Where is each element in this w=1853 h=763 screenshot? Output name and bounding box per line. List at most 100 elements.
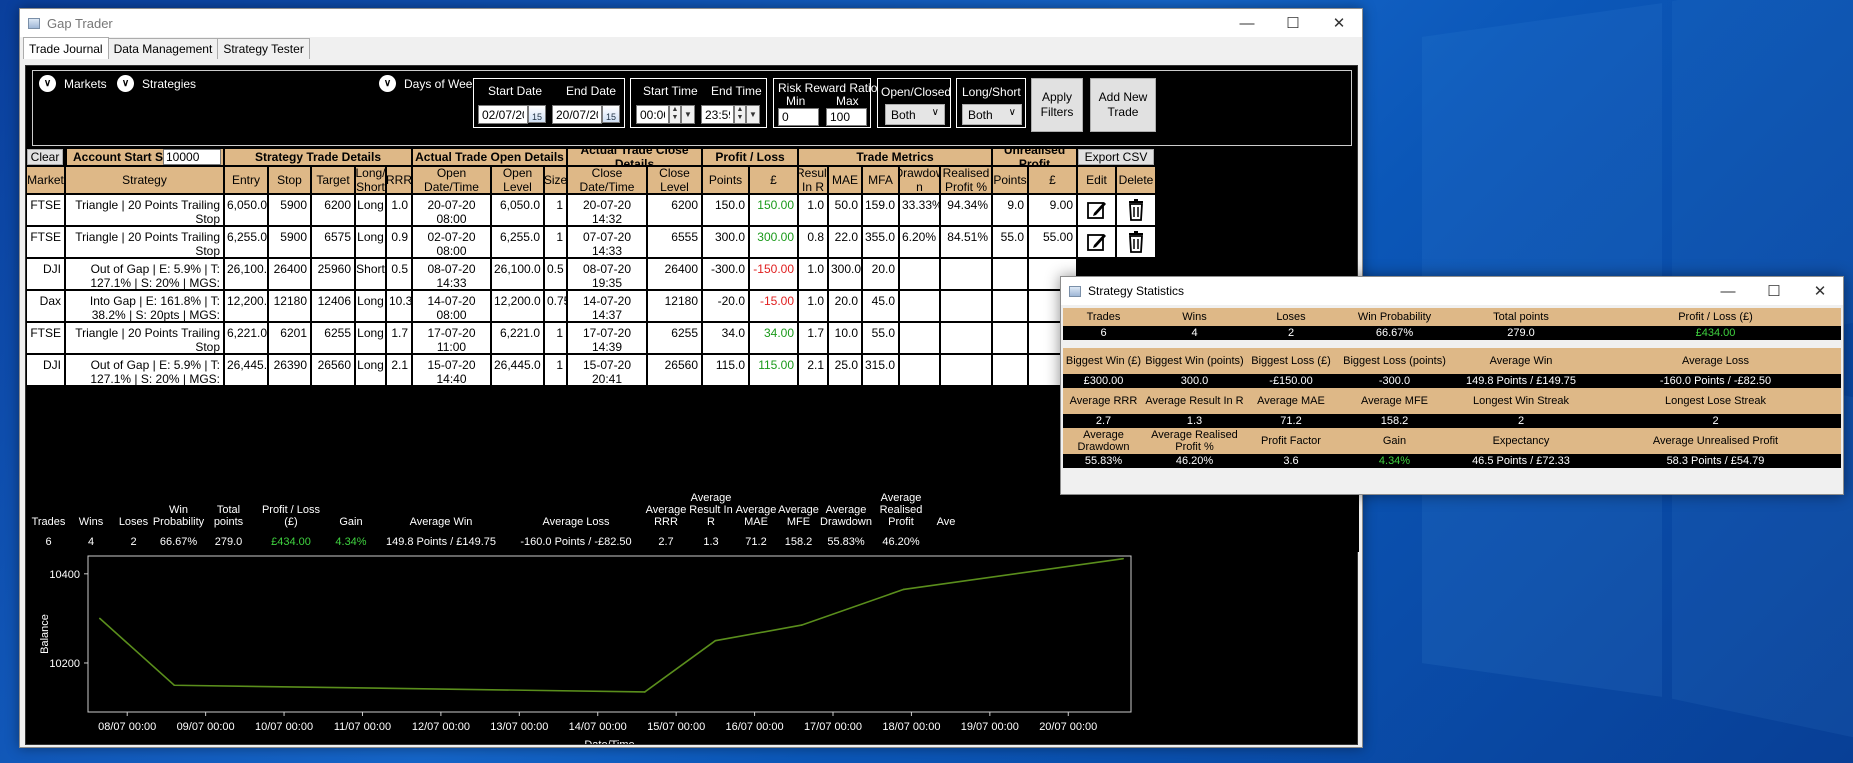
cell-ls: Long [355, 194, 386, 226]
cell-mfa: 315.0 [862, 354, 899, 386]
stats-key: Expectancy [1452, 428, 1590, 454]
cell-points: -20.0 [702, 290, 749, 322]
cell-rrr: 1.7 [386, 322, 412, 354]
x-tick-label: 17/07 00:00 [804, 721, 862, 733]
summary-value: 149.8 Points / £149.75 [385, 536, 497, 548]
tab-strategy-tester[interactable]: Strategy Tester [217, 38, 310, 59]
cell-points: 300.0 [702, 226, 749, 258]
rr-max-input[interactable] [826, 108, 867, 126]
end-time-label: End Time [711, 84, 762, 98]
cell-rrr: 2.1 [386, 354, 412, 386]
cell-close-dt: 17-07-20 14:39 [567, 322, 647, 354]
cell-drawdown: 33.33% [899, 194, 940, 226]
balance-chart: 10200 10400 08/07 00:00 09/07 00:00 10/07 00… [26, 552, 1359, 751]
y-tick-label: 10400 [49, 569, 80, 581]
chevron-down-icon[interactable]: ▼ [746, 105, 760, 124]
stats-key: Longest Win Streak [1452, 388, 1590, 414]
calendar-icon[interactable]: 15 [528, 105, 546, 123]
export-csv-button[interactable]: Export CSV [1078, 149, 1154, 165]
start-date-input[interactable] [478, 105, 528, 124]
account-start-input[interactable]: 10000 [163, 149, 221, 165]
stats-value: -£150.00 [1245, 374, 1337, 388]
group-header-close: Actual Trade Close Details [567, 148, 702, 166]
cell-open-lvl: 6,050.0 [491, 194, 544, 226]
maximize-icon[interactable]: ☐ [1751, 277, 1797, 305]
rr-min-input[interactable] [778, 108, 819, 126]
app-icon [1069, 285, 1081, 297]
chevron-down-icon[interactable]: ▼ [681, 105, 695, 124]
open-closed-value: Both [891, 108, 916, 122]
start-time-input[interactable] [636, 105, 669, 124]
stats-key: Average RRR [1063, 388, 1144, 414]
cell-size: 0.75 [544, 290, 567, 322]
end-date-input[interactable] [552, 105, 602, 124]
cell-ls: Long [355, 290, 386, 322]
cell-mfa: 55.0 [862, 322, 899, 354]
tab-trade-journal[interactable]: Trade Journal [23, 37, 109, 59]
time-spinner-icon[interactable]: ▲ ▼ [669, 105, 681, 124]
edit-icon[interactable] [1077, 226, 1116, 258]
close-icon[interactable]: ✕ [1316, 9, 1362, 37]
cell-pl: 34.00 [749, 322, 798, 354]
apply-filters-button[interactable]: Apply Filters [1031, 78, 1083, 132]
stats-value: 6 [1063, 326, 1144, 340]
add-new-trade-button[interactable]: Add New Trade [1090, 78, 1156, 132]
stats-key: Biggest Win (points) [1144, 348, 1245, 374]
cell-mae: 50.0 [828, 194, 862, 226]
cell-open-lvl: 26,100.0 [491, 258, 544, 290]
open-closed-select[interactable]: Both ∨ [885, 104, 945, 125]
x-tick-label: 12/07 00:00 [412, 721, 470, 733]
edit-icon[interactable] [1077, 194, 1116, 226]
time-range-box: Start Time End Time ▲▼ ▼ ▲▼ ▼ [630, 78, 767, 128]
cell-drawdown [899, 258, 940, 290]
minimize-icon[interactable]: — [1224, 9, 1270, 37]
trash-icon[interactable] [1116, 226, 1156, 258]
stats-key: Trades [1063, 308, 1144, 326]
stats-value: 2.7 [1063, 414, 1144, 428]
x-tick-label: 19/07 00:00 [961, 721, 1019, 733]
stats-key: Average Unrealised Profit [1590, 428, 1841, 454]
summary-value: 66.67% [159, 536, 198, 548]
tab-data-management[interactable]: Data Management [107, 38, 219, 59]
app-icon [28, 17, 40, 29]
time-spinner-icon[interactable]: ▲ ▼ [734, 105, 746, 124]
column-header: Long/ Short [355, 166, 386, 194]
cell-points: -300.0 [702, 258, 749, 290]
days-of-week-dropdown[interactable]: ∨ Days of Week [379, 75, 478, 92]
summary-header: Average MAE [735, 504, 777, 528]
balance-point [800, 624, 803, 626]
cell-close-lvl: 6200 [647, 194, 702, 226]
markets-dropdown[interactable]: ∨ Markets [39, 75, 107, 92]
cell-u-points [992, 290, 1028, 322]
cell-pl: 150.00 [749, 194, 798, 226]
summary-value: 158.2 [784, 536, 813, 548]
cell-close-dt: 14-07-20 14:37 [567, 290, 647, 322]
cell-drawdown [899, 354, 940, 386]
cell-open-dt: 20-07-20 08:00 [412, 194, 491, 226]
cell-u-pl: 9.00 [1028, 194, 1077, 226]
strategies-dropdown[interactable]: ∨ Strategies [117, 75, 196, 92]
end-time-input[interactable] [701, 105, 734, 124]
stats-key: Average MAE [1245, 388, 1337, 414]
cell-u-points: 55.0 [992, 226, 1028, 258]
stats-value: 279.0 [1452, 326, 1590, 340]
maximize-icon[interactable]: ☐ [1270, 9, 1316, 37]
close-icon[interactable]: ✕ [1797, 277, 1843, 305]
cell-open-lvl: 6,221.0 [491, 322, 544, 354]
group-header-pl: Profit / Loss [702, 148, 798, 166]
stats-key: Total points [1452, 308, 1590, 326]
cell-ls: Short [355, 258, 386, 290]
minimize-icon[interactable]: — [1705, 277, 1751, 305]
cell-close-lvl: 26560 [647, 354, 702, 386]
column-header: MFA [862, 166, 899, 194]
summary-header: Total points [213, 504, 244, 528]
calendar-icon[interactable]: 15 [602, 105, 620, 123]
column-header: Strategy [65, 166, 224, 194]
cell-open-dt: 15-07-20 14:40 [412, 354, 491, 386]
cell-close-dt: 07-07-20 14:33 [567, 226, 647, 258]
clear-button[interactable]: Clear [27, 149, 63, 165]
long-short-select[interactable]: Both ∨ [962, 104, 1022, 125]
column-header: Close Level [647, 166, 702, 194]
trash-icon[interactable] [1116, 194, 1156, 226]
column-header: Stop [268, 166, 311, 194]
